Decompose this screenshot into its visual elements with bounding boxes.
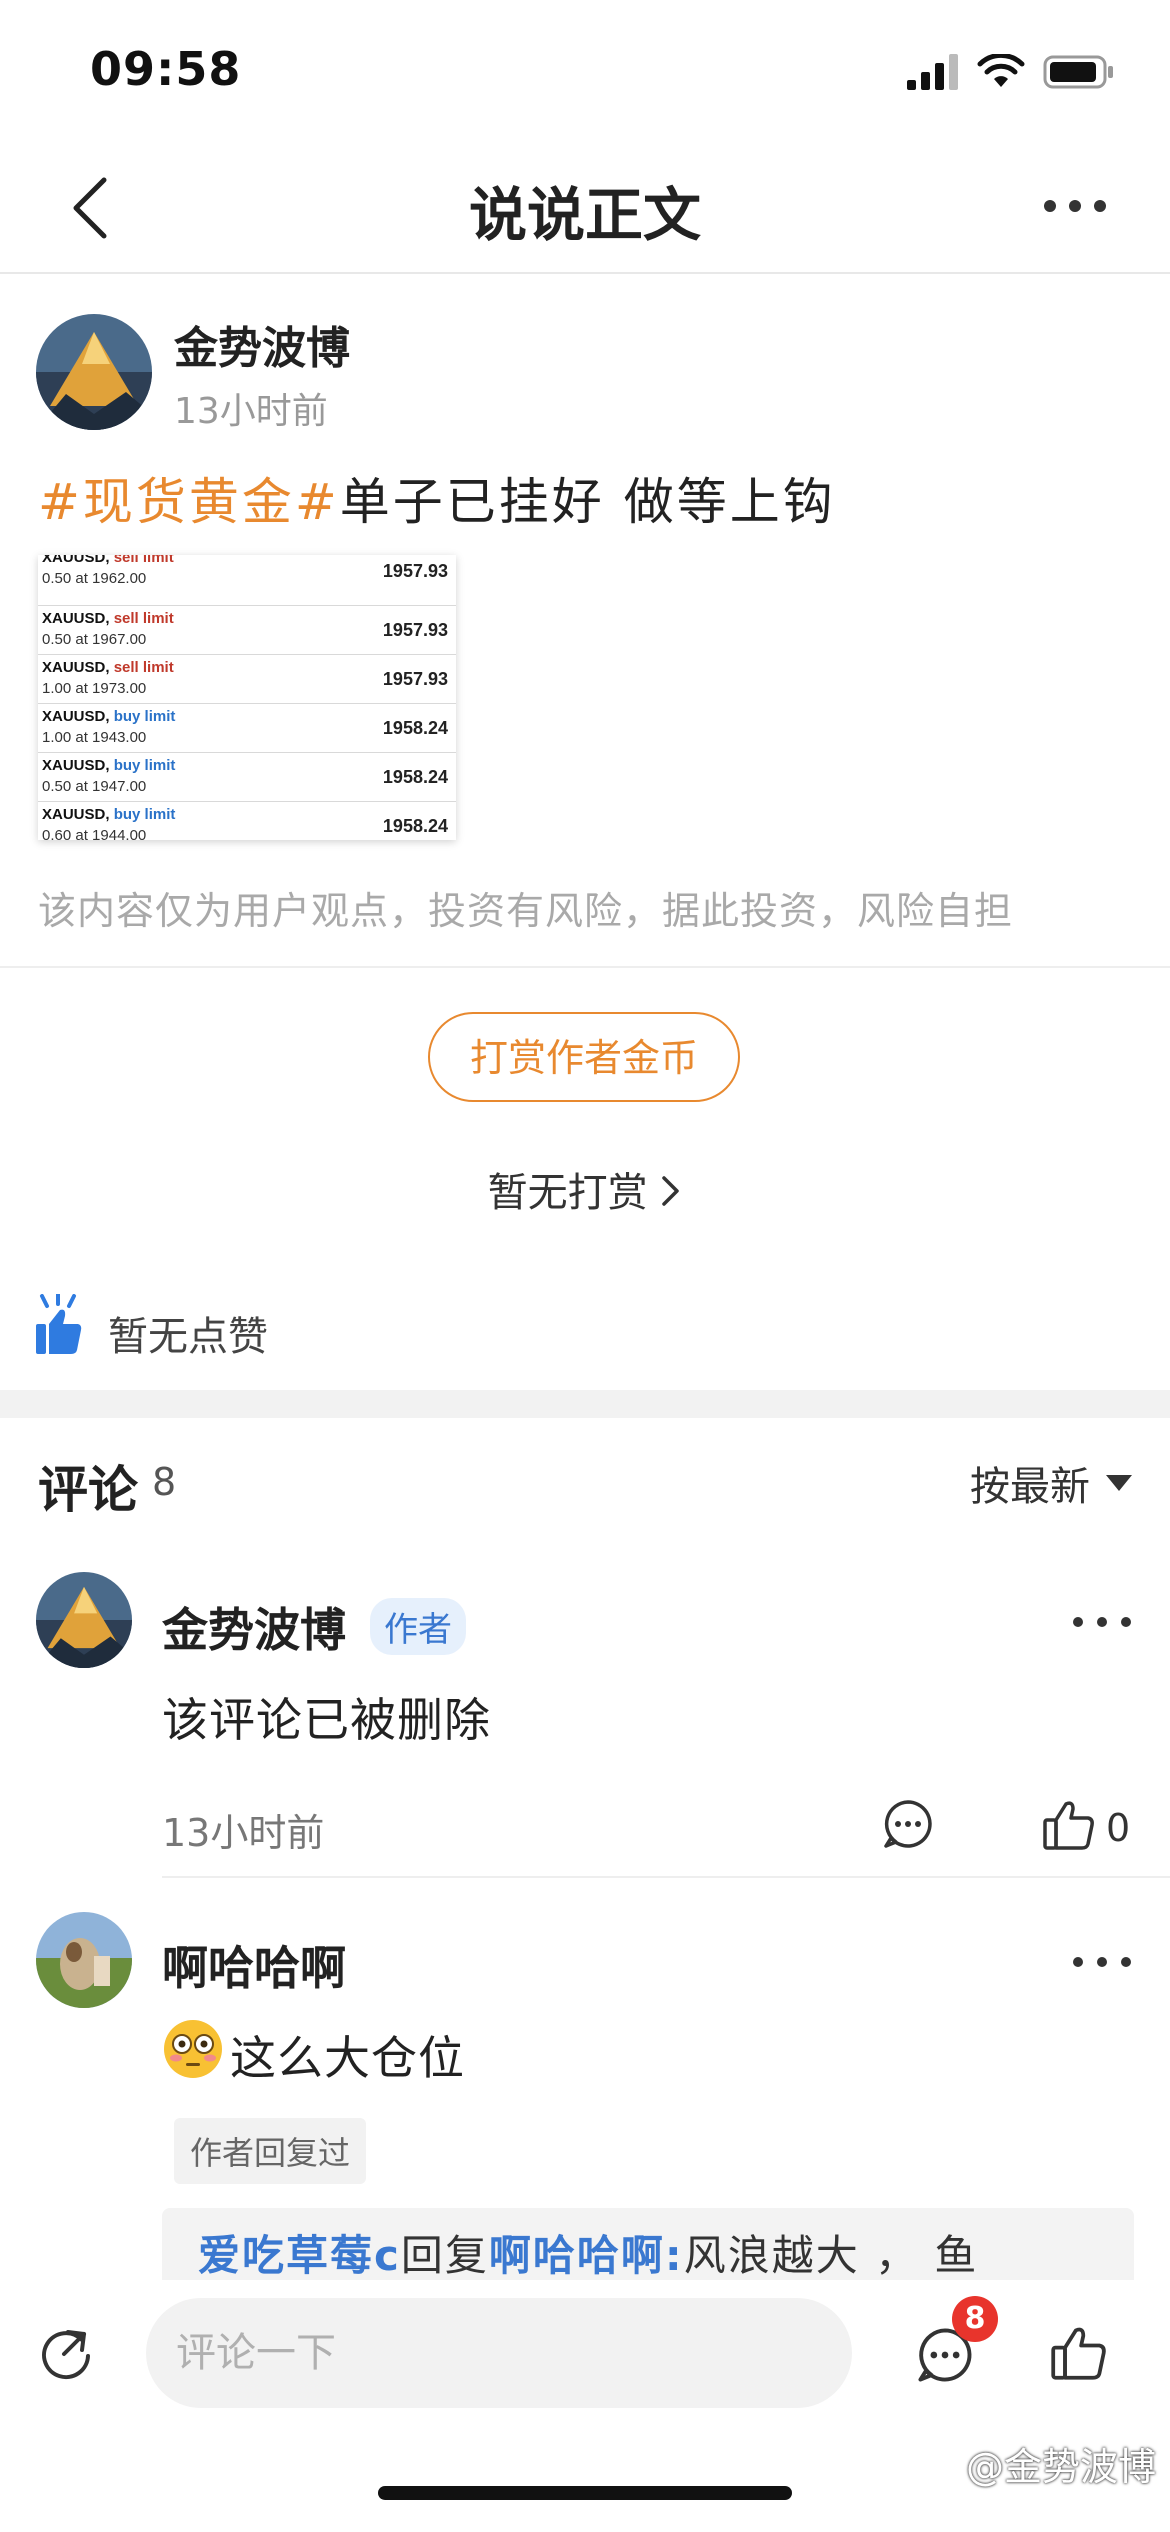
watermark: @金势波博 <box>965 2445 1156 2489</box>
post-image[interactable]: XAUUSD, sell limit 0.50 at 1962.00 1957.93… <box>38 555 456 840</box>
author-name[interactable]: 金势波博 <box>174 312 350 376</box>
post-time: 13小时前 <box>174 391 328 432</box>
wifi-icon <box>977 54 1025 87</box>
order-row: XAUUSD, buy limit 1.00 at 1943.00 1958.24 <box>38 704 456 753</box>
flushed-face-emoji-icon <box>164 2020 222 2078</box>
reply-to-user[interactable]: 啊哈哈啊: <box>489 2231 684 2280</box>
nav-divider <box>0 272 1170 274</box>
likes-status: 暂无点赞 <box>108 1314 268 1360</box>
reply-verb: 回复 <box>400 2231 489 2280</box>
section-separator <box>0 1390 1170 1418</box>
comment-avatar[interactable] <box>36 1912 132 2008</box>
like-count: 0 <box>1106 1806 1131 1850</box>
comment-author[interactable]: 金势波博 <box>162 1594 346 1660</box>
order-row: XAUUSD, sell limit 0.50 at 1967.00 1957.93 <box>38 606 456 655</box>
comment-text: 这么大仓位 <box>230 2031 465 2085</box>
battery-icon <box>1043 55 1113 89</box>
chevron-right-icon <box>662 1176 680 1206</box>
page-title: 说说正文 <box>468 181 701 249</box>
order-row: XAUUSD, sell limit 0.50 at 1962.00 1957.93 <box>38 555 456 606</box>
reward-author-button[interactable]: 打赏作者金币 <box>428 1012 740 1102</box>
comment-text: 该评论已被删除 <box>162 1693 491 1747</box>
comments-count: 8 <box>152 1460 177 1504</box>
risk-disclaimer: 该内容仅为用户观点，投资有风险，据此投资，风险自担 <box>38 889 1014 933</box>
comment-time: 13小时前 <box>162 1811 325 1855</box>
triangle-down-icon <box>1106 1475 1132 1491</box>
share-icon[interactable] <box>38 2326 94 2382</box>
reward-status[interactable]: 暂无打赏 <box>0 1160 1170 1218</box>
reply-text: 风浪越大 ， 鱼 <box>683 2231 979 2280</box>
reply-from-user[interactable]: 爱吃草莓c <box>198 2231 401 2280</box>
author-avatar[interactable] <box>36 314 152 430</box>
comment-more-icon[interactable] <box>1070 1954 1134 1970</box>
sort-label: 按最新 <box>970 1464 1090 1510</box>
status-icons <box>907 52 1115 92</box>
more-options-icon[interactable] <box>1040 196 1110 216</box>
comments-title: 评论 <box>38 1461 138 1519</box>
post-hashtag[interactable]: #现货黄金# <box>38 473 340 531</box>
comment-divider <box>162 1876 1170 1878</box>
like-filled-icon[interactable] <box>34 1294 84 1356</box>
post-text: #现货黄金#单子已挂好 做等上钩 <box>38 462 836 534</box>
sort-dropdown[interactable]: 按最新 <box>970 1454 1134 1512</box>
comment-avatar[interactable] <box>36 1572 132 1668</box>
order-row: XAUUSD, sell limit 1.00 at 1973.00 1957.93 <box>38 655 456 704</box>
like-icon[interactable] <box>1050 2324 1108 2382</box>
order-row: XAUUSD, buy limit 0.60 at 1944.00 1958.24 <box>38 802 456 840</box>
section-divider <box>0 966 1170 968</box>
status-time: 09:58 <box>90 42 242 96</box>
reply-preview[interactable]: 爱吃草莓c回复啊哈哈啊:风浪越大 ， 鱼 <box>162 2208 1134 2288</box>
reward-status-label: 暂无打赏 <box>487 1170 648 1216</box>
comment-more-icon[interactable] <box>1070 1614 1134 1630</box>
author-replied-tag: 作者回复过 <box>174 2118 367 2184</box>
author-badge: 作者 <box>370 1598 466 1655</box>
order-row: XAUUSD, buy limit 0.50 at 1947.00 1958.24 <box>38 753 456 802</box>
cellular-signal-icon <box>907 54 958 90</box>
comment-input[interactable]: 评论一下 <box>146 2298 852 2408</box>
comment-author[interactable]: 啊哈哈啊 <box>162 1932 346 1998</box>
like-icon[interactable] <box>1042 1798 1096 1852</box>
post-body: 单子已挂好 做等上钩 <box>339 473 836 531</box>
home-indicator[interactable] <box>378 2486 792 2500</box>
reply-icon[interactable] <box>882 1798 934 1850</box>
comment-count-badge: 8 <box>952 2296 998 2342</box>
